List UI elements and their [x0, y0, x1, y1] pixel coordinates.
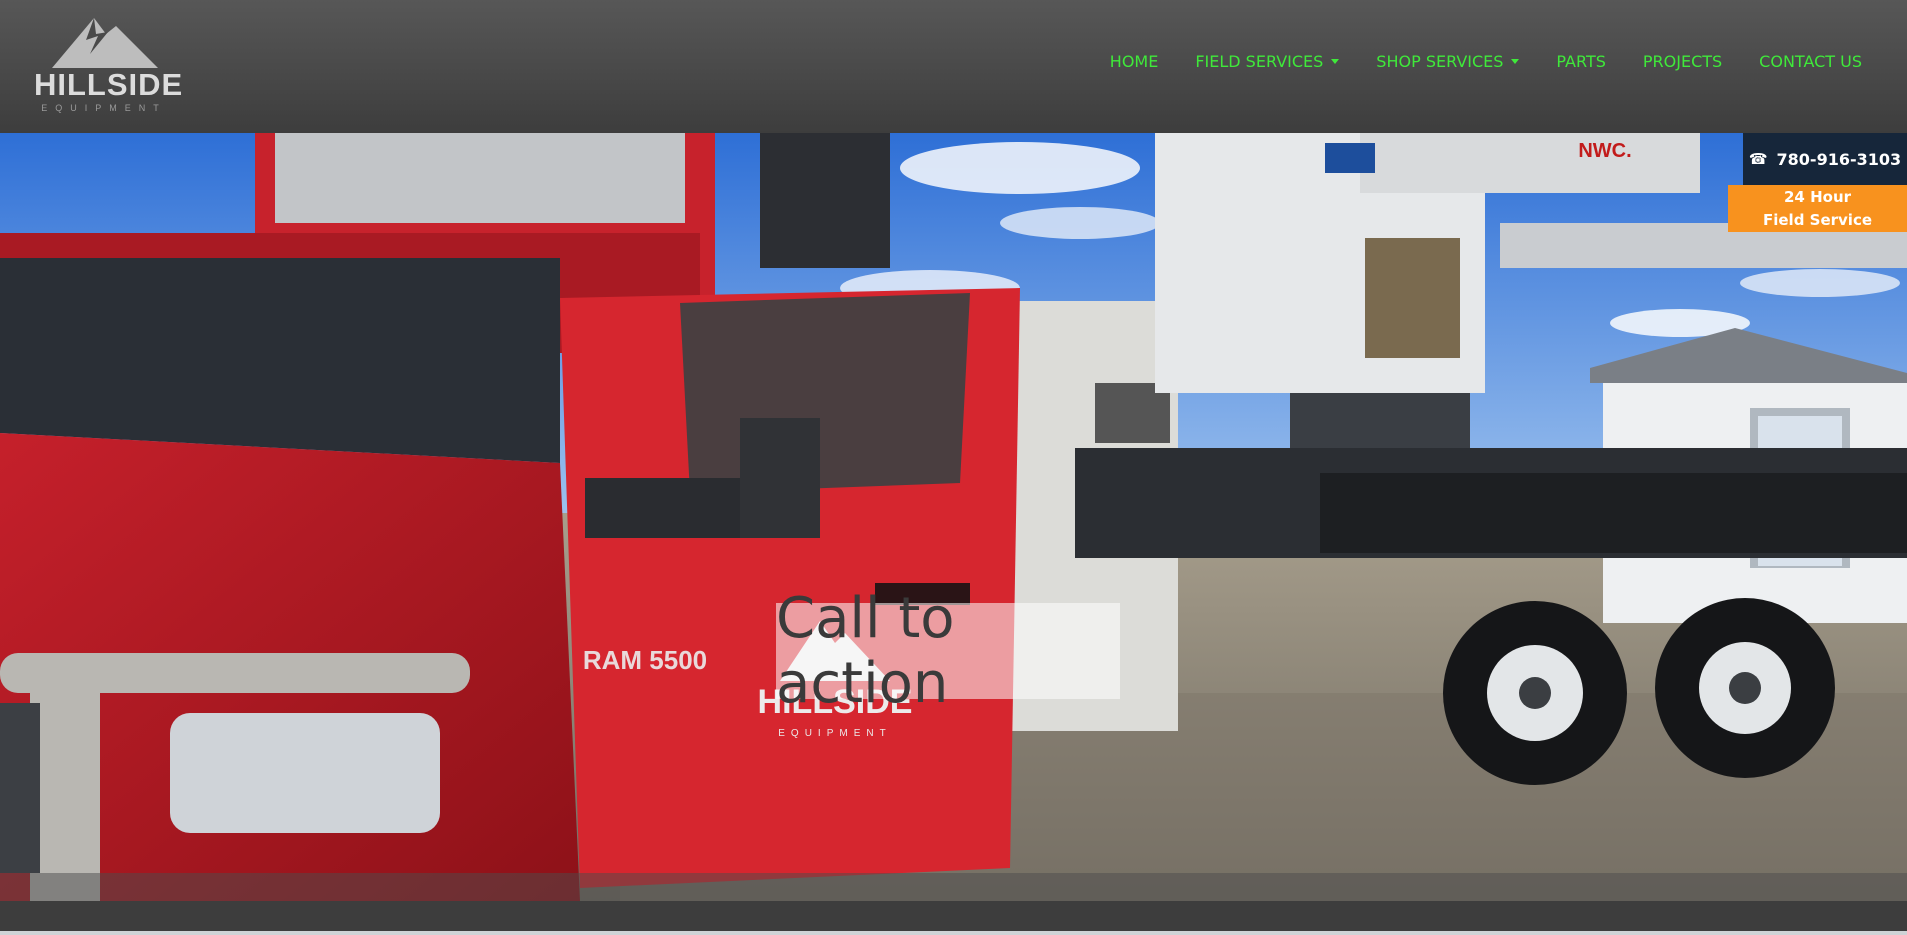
truck-badge: RAM 5500	[583, 645, 707, 675]
call-to-action-button[interactable]: Call to action	[776, 586, 1120, 716]
nav-contact-us[interactable]: CONTACT US	[1759, 52, 1862, 71]
hero-banner: HILLSIDE EQUIPMENT RAM 5500 NWC. Call to…	[0, 133, 1907, 901]
site-logo[interactable]: HILLSIDE EQUIPMENT	[34, 14, 184, 116]
phone-number: 780-916-3103	[1776, 149, 1902, 169]
hero-photo: HILLSIDE EQUIPMENT RAM 5500 NWC.	[0, 133, 1907, 901]
truck-door-tagline: EQUIPMENT	[778, 728, 891, 739]
field-service-badge[interactable]: 24 Hour Field Service	[1728, 185, 1907, 232]
nav-projects-label: PROJECTS	[1642, 52, 1723, 71]
nav-field-services[interactable]: FIELD SERVICES	[1195, 52, 1340, 71]
nav-projects[interactable]: PROJECTS	[1643, 52, 1722, 71]
nav-parts-label: PARTS	[1556, 52, 1606, 71]
service-line-1: 24 Hour	[1783, 188, 1852, 206]
logo-wordmark: HILLSIDE	[34, 67, 184, 102]
crane-brand: NWC.	[1578, 140, 1631, 162]
service-line-2: Field Service	[1762, 211, 1873, 229]
nav-home-label: HOME	[1109, 52, 1159, 71]
nav-shop-services[interactable]: SHOP SERVICES	[1376, 52, 1520, 71]
nav-contact-us-label: CONTACT US	[1759, 52, 1862, 71]
page-bottom-edge	[0, 931, 1907, 935]
mountain-logo-icon	[52, 18, 158, 68]
chevron-down-icon	[1511, 59, 1520, 64]
logo-tagline: EQUIPMENT	[41, 103, 167, 113]
chevron-down-icon	[1331, 59, 1340, 64]
phone-contact-link[interactable]: ☎ 780-916-3103	[1743, 133, 1907, 185]
nav-home[interactable]: HOME	[1110, 52, 1159, 71]
nav-shop-services-label: SHOP SERVICES	[1376, 52, 1504, 71]
nav-field-services-label: FIELD SERVICES	[1195, 52, 1324, 71]
phone-icon: ☎	[1748, 150, 1768, 168]
main-nav: HOME FIELD SERVICES SHOP SERVICES PARTS …	[1073, 52, 1862, 71]
site-header: HILLSIDE EQUIPMENT HOME FIELD SERVICES S…	[0, 0, 1907, 133]
section-divider-strip	[0, 901, 1907, 935]
nav-parts[interactable]: PARTS	[1556, 52, 1605, 71]
